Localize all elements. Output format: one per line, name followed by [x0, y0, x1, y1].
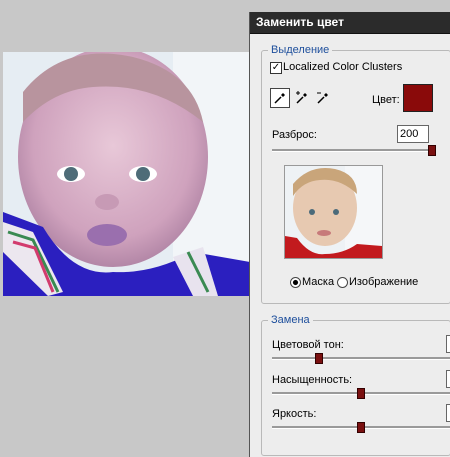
replacement-legend: Замена — [271, 314, 310, 326]
hue-input[interactable] — [446, 335, 450, 353]
saturation-label: Насыщенность: — [272, 374, 353, 386]
fuzziness-slider-track[interactable] — [272, 149, 432, 152]
eyedropper-subtract-tool[interactable] — [313, 88, 333, 108]
lightness-input[interactable] — [446, 404, 450, 422]
eyedropper-tool[interactable] — [270, 88, 290, 108]
color-swatch[interactable] — [403, 84, 433, 112]
selection-preview — [284, 165, 383, 259]
fuzziness-label: Разброс: — [272, 129, 317, 141]
localized-clusters-label: Localized Color Clusters — [283, 61, 403, 73]
image-radio[interactable] — [337, 277, 348, 288]
hue-label: Цветовой тон: — [272, 339, 344, 351]
selection-legend: Выделение — [271, 44, 330, 56]
image-label: Изображение — [349, 276, 419, 288]
dialog-title: Заменить цвет — [250, 12, 450, 34]
color-label: Цвет: — [372, 94, 400, 106]
lightness-slider-thumb[interactable] — [357, 422, 365, 433]
eyedropper-icon — [274, 93, 285, 104]
hue-slider-track[interactable] — [272, 357, 450, 360]
fuzziness-slider-thumb[interactable] — [428, 145, 436, 156]
saturation-slider-thumb[interactable] — [357, 388, 365, 399]
saturation-input[interactable] — [446, 370, 450, 388]
checkmark-icon: ✓ — [271, 62, 281, 73]
baby-photo-image — [3, 52, 250, 296]
document-photo — [3, 52, 250, 296]
mask-radio[interactable] — [290, 277, 301, 288]
eyedropper-minus-icon — [317, 92, 328, 104]
fuzziness-input[interactable]: 200 — [397, 125, 429, 143]
localized-clusters-checkbox[interactable]: ✓ — [270, 62, 282, 74]
hue-slider-thumb[interactable] — [315, 353, 323, 364]
eyedropper-add-tool[interactable] — [292, 88, 312, 108]
lightness-label: Яркость: — [272, 408, 317, 420]
replace-color-dialog: Заменить цвет Выделение ✓ Localized Colo… — [249, 12, 450, 457]
eyedropper-plus-icon — [296, 91, 307, 104]
preview-thumbnail — [285, 166, 382, 258]
mask-label: Маска — [302, 276, 335, 288]
